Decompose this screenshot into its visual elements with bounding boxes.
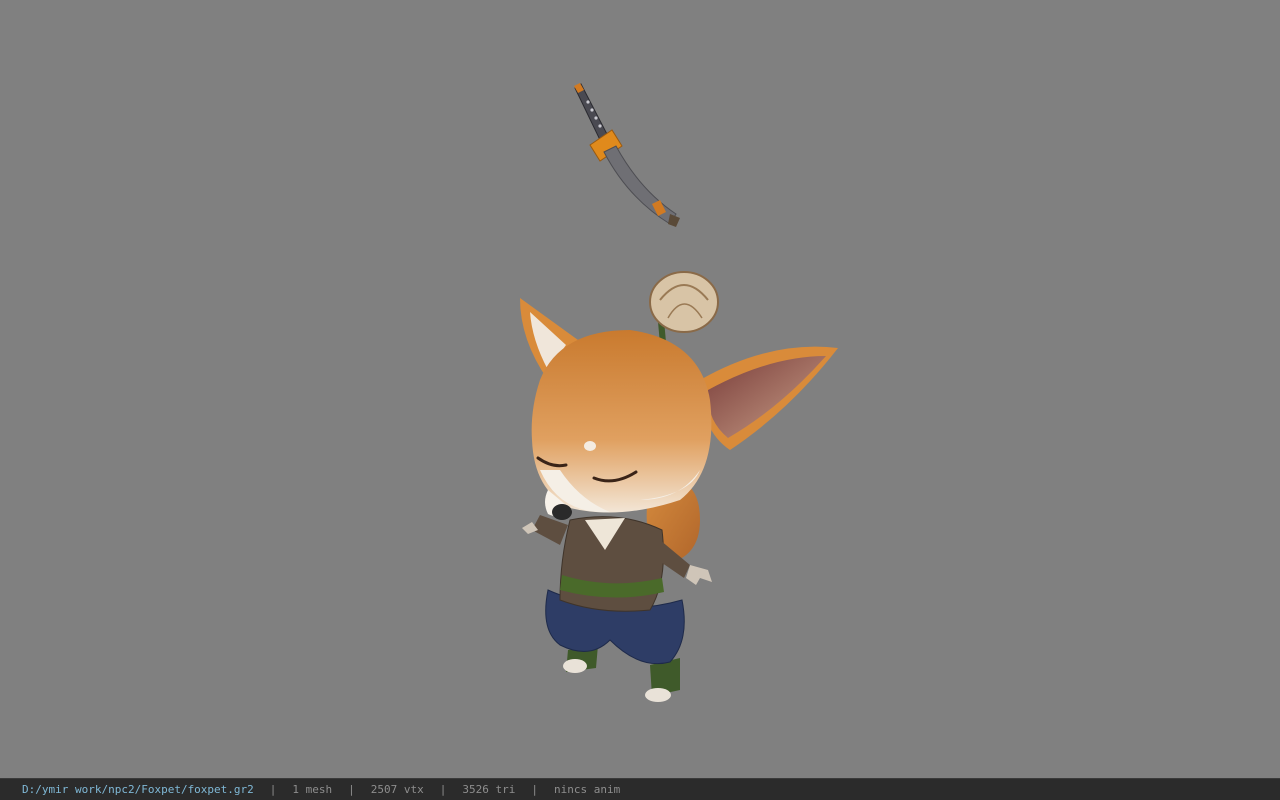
status-separator: | [348, 783, 355, 796]
status-bar: D:/ymir work/npc2/Foxpet/foxpet.gr2 | 1 … [0, 778, 1280, 800]
model-viewport[interactable] [0, 0, 1280, 778]
katana-sword [574, 83, 680, 227]
status-separator: | [531, 783, 539, 796]
animation-info-label: nincs anim [554, 783, 621, 796]
scene-canvas [520, 83, 838, 702]
vertex-count-label: 2507 vtx [370, 783, 424, 796]
file-path-label: D:/ymir work/npc2/Foxpet/foxpet.gr2 [22, 783, 254, 796]
mesh-count-label: 1 mesh [292, 783, 333, 796]
fox-character-model [520, 271, 838, 702]
status-separator: | [269, 783, 277, 796]
triangle-count-label: 3526 tri [462, 783, 516, 796]
status-separator: | [439, 783, 447, 796]
